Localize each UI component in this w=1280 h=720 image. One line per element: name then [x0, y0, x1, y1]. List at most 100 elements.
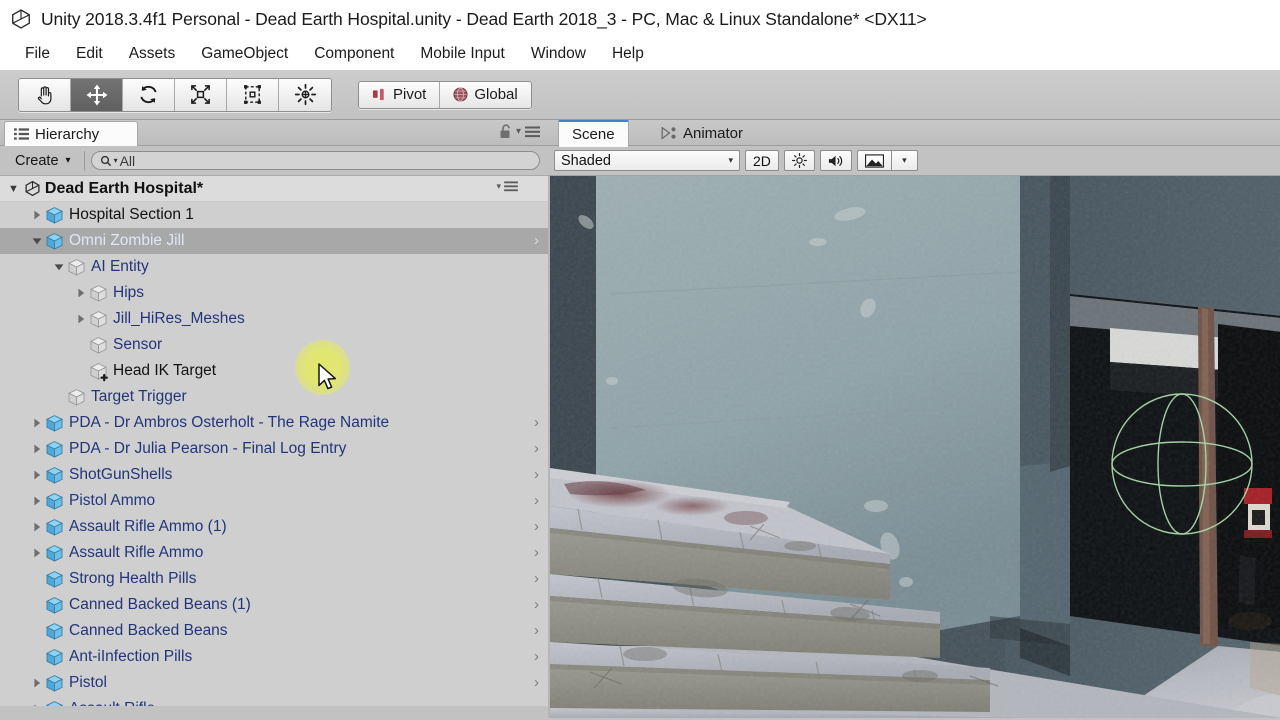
expand-arrow-icon[interactable] — [74, 280, 88, 306]
scene-root-row[interactable]: ▼ Dead Earth Hospital* ▾ — [0, 176, 548, 202]
expand-arrow-icon[interactable] — [74, 306, 88, 332]
scene-tab-row: Scene Animator — [548, 120, 1280, 147]
tab-animator[interactable]: Animator — [648, 120, 756, 146]
open-prefab-chevron-icon[interactable]: › — [534, 414, 539, 431]
open-prefab-chevron-icon[interactable]: › — [534, 518, 539, 535]
hierarchy-item[interactable]: PDA - Dr Julia Pearson - Final Log Entry… — [0, 436, 548, 462]
hierarchy-item[interactable]: Sensor — [0, 332, 548, 358]
scene-root-menu[interactable]: ▾ — [496, 181, 518, 192]
open-prefab-chevron-icon[interactable]: › — [534, 648, 539, 665]
unity-scene-icon — [25, 180, 40, 197]
scene-root-expand-arrow-icon[interactable]: ▼ — [8, 183, 19, 195]
prefab-cube-icon — [44, 543, 65, 564]
hierarchy-item[interactable]: Assault Rifle › — [0, 696, 548, 706]
toggle-lighting-button[interactable] — [783, 150, 815, 171]
expand-arrow-icon[interactable] — [30, 410, 44, 436]
open-prefab-chevron-icon[interactable]: › — [534, 466, 539, 483]
rect-tool-button[interactable] — [227, 78, 279, 111]
image-effects-button[interactable] — [856, 150, 892, 171]
hierarchy-item[interactable]: Hips — [0, 280, 548, 306]
collapse-arrow-icon[interactable] — [52, 254, 66, 280]
hierarchy-item[interactable]: Jill_HiRes_Meshes — [0, 306, 548, 332]
open-prefab-chevron-icon[interactable]: › — [534, 674, 539, 691]
expand-arrow-icon[interactable] — [30, 202, 44, 228]
hierarchy-item[interactable]: Strong Health Pills › — [0, 566, 548, 592]
hierarchy-item[interactable]: Head IK Target — [0, 358, 548, 384]
prefab-cube-icon — [44, 205, 65, 226]
scale-tool-button[interactable] — [175, 78, 227, 111]
gizmos-dropdown-button[interactable]: ▾ — [891, 150, 918, 171]
gameobject-cube-plus-icon — [88, 361, 109, 382]
transform-tool-button[interactable] — [279, 78, 331, 111]
rotate-tool-button[interactable] — [123, 78, 175, 111]
scene-viewport[interactable] — [548, 176, 1280, 718]
title-bar: Unity 2018.3.4f1 Personal - Dead Earth H… — [0, 0, 1280, 38]
expand-arrow-icon[interactable] — [30, 488, 44, 514]
menu-assets[interactable]: Assets — [116, 43, 189, 65]
hierarchy-item[interactable]: Pistol Ammo › — [0, 488, 548, 514]
expand-arrow-icon[interactable] — [30, 670, 44, 696]
transform-tool-group — [18, 77, 332, 112]
hierarchy-item[interactable]: Canned Backed Beans (1) › — [0, 592, 548, 618]
create-label: Create — [15, 152, 59, 169]
move-tool-button[interactable] — [71, 78, 123, 111]
hand-tool-button[interactable] — [19, 78, 71, 111]
pivot-button[interactable]: Pivot — [359, 81, 441, 108]
hierarchy-item[interactable]: Assault Rifle Ammo › — [0, 540, 548, 566]
global-button[interactable]: Global — [440, 81, 531, 108]
prefab-cube-icon — [44, 491, 65, 512]
open-prefab-chevron-icon[interactable]: › — [534, 570, 539, 587]
expand-arrow-icon[interactable] — [30, 696, 44, 706]
hamburger-menu-icon[interactable] — [525, 126, 540, 138]
open-prefab-chevron-icon[interactable]: › — [534, 440, 539, 457]
main-toolbar: Pivot Global — [0, 70, 1280, 120]
hierarchy-item[interactable]: Hospital Section 1 — [0, 202, 548, 228]
menu-component[interactable]: Component — [301, 43, 407, 65]
expand-arrow-icon[interactable] — [30, 540, 44, 566]
menu-window[interactable]: Window — [518, 43, 599, 65]
menu-mobile-input[interactable]: Mobile Input — [407, 43, 517, 65]
hierarchy-item[interactable]: Omni Zombie Jill › — [0, 228, 548, 254]
menu-file[interactable]: File — [12, 43, 63, 65]
two-d-label: 2D — [753, 152, 771, 169]
menu-help[interactable]: Help — [599, 43, 657, 65]
chevron-down-icon[interactable]: ▾ — [496, 181, 501, 192]
open-prefab-chevron-icon[interactable]: › — [534, 232, 539, 249]
create-button[interactable]: Create ▾ — [8, 150, 78, 171]
hand-icon — [37, 85, 51, 104]
open-prefab-chevron-icon[interactable]: › — [534, 700, 539, 706]
hierarchy-item-label: Target Trigger — [91, 388, 187, 405]
open-prefab-chevron-icon[interactable]: › — [534, 544, 539, 561]
hierarchy-item[interactable]: Ant-iInfection Pills › — [0, 644, 548, 670]
toggle-2d-button[interactable]: 2D — [745, 150, 779, 171]
chevron-down-icon[interactable]: ▾ — [516, 126, 521, 137]
menu-edit[interactable]: Edit — [63, 43, 116, 65]
hierarchy-item[interactable]: Canned Backed Beans › — [0, 618, 548, 644]
hierarchy-item-label: PDA - Dr Julia Pearson - Final Log Entry — [69, 440, 347, 457]
collapse-arrow-icon[interactable] — [30, 228, 44, 254]
hamburger-menu-icon[interactable] — [504, 181, 518, 192]
hierarchy-item[interactable]: Target Trigger — [0, 384, 548, 410]
pivot-icon — [372, 88, 384, 100]
hierarchy-item[interactable]: Assault Rifle Ammo (1) › — [0, 514, 548, 540]
draw-mode-dropdown[interactable]: Shaded ▾ — [554, 150, 740, 171]
hierarchy-tree: Hospital Section 1 Omni Zombie Jill › AI En… — [0, 202, 548, 706]
tab-scene[interactable]: Scene — [558, 120, 629, 147]
open-prefab-chevron-icon[interactable]: › — [534, 492, 539, 509]
toggle-audio-button[interactable] — [819, 150, 852, 171]
menu-gameobject[interactable]: GameObject — [188, 43, 301, 65]
open-prefab-chevron-icon[interactable]: › — [534, 622, 539, 639]
hierarchy-item[interactable]: ShotGunShells › — [0, 462, 548, 488]
padlock-open-icon[interactable] — [499, 124, 512, 139]
expand-arrow-icon[interactable] — [30, 436, 44, 462]
tab-hierarchy[interactable]: Hierarchy — [4, 121, 138, 146]
hierarchy-search-input[interactable]: ▾ All — [90, 151, 540, 170]
hierarchy-item[interactable]: Pistol › — [0, 670, 548, 696]
expand-arrow-icon[interactable] — [30, 462, 44, 488]
hierarchy-item[interactable]: PDA - Dr Ambros Osterholt - The Rage Nam… — [0, 410, 548, 436]
hierarchy-item[interactable]: AI Entity — [0, 254, 548, 280]
expand-arrow-icon[interactable] — [30, 514, 44, 540]
menu-bar: File Edit Assets GameObject Component Mo… — [0, 38, 1280, 70]
search-filter-caret-icon[interactable]: ▾ — [114, 156, 118, 165]
open-prefab-chevron-icon[interactable]: › — [534, 596, 539, 613]
